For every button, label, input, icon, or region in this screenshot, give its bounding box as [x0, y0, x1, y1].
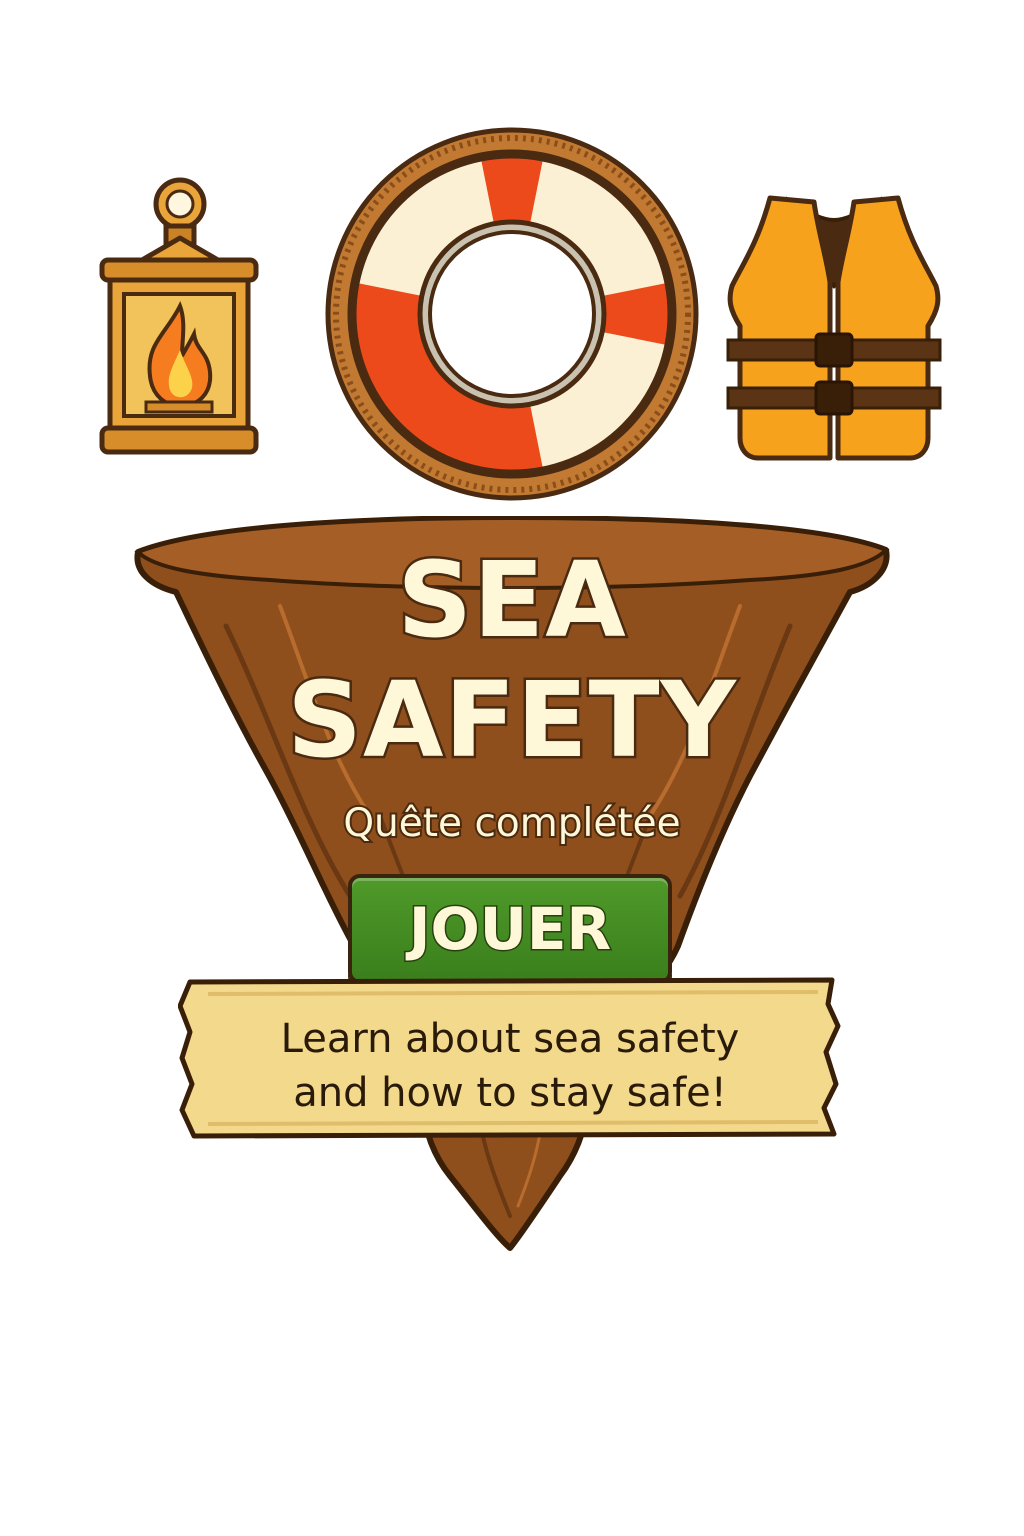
- life-vest-icon: [726, 195, 942, 461]
- description-line-1: Learn about sea safety: [280, 1016, 740, 1062]
- play-button[interactable]: JOUER: [348, 874, 672, 984]
- description-line-2: and how to stay safe!: [293, 1070, 727, 1116]
- lantern-icon: [99, 177, 259, 455]
- title-line-1: SEA: [395, 539, 628, 661]
- title-line-2: SAFETY: [285, 659, 739, 781]
- description-text: Learn about sea safety and how to stay s…: [190, 1012, 830, 1120]
- quest-status-text: Quête complétée: [341, 799, 682, 848]
- lifebuoy-icon: [325, 127, 699, 501]
